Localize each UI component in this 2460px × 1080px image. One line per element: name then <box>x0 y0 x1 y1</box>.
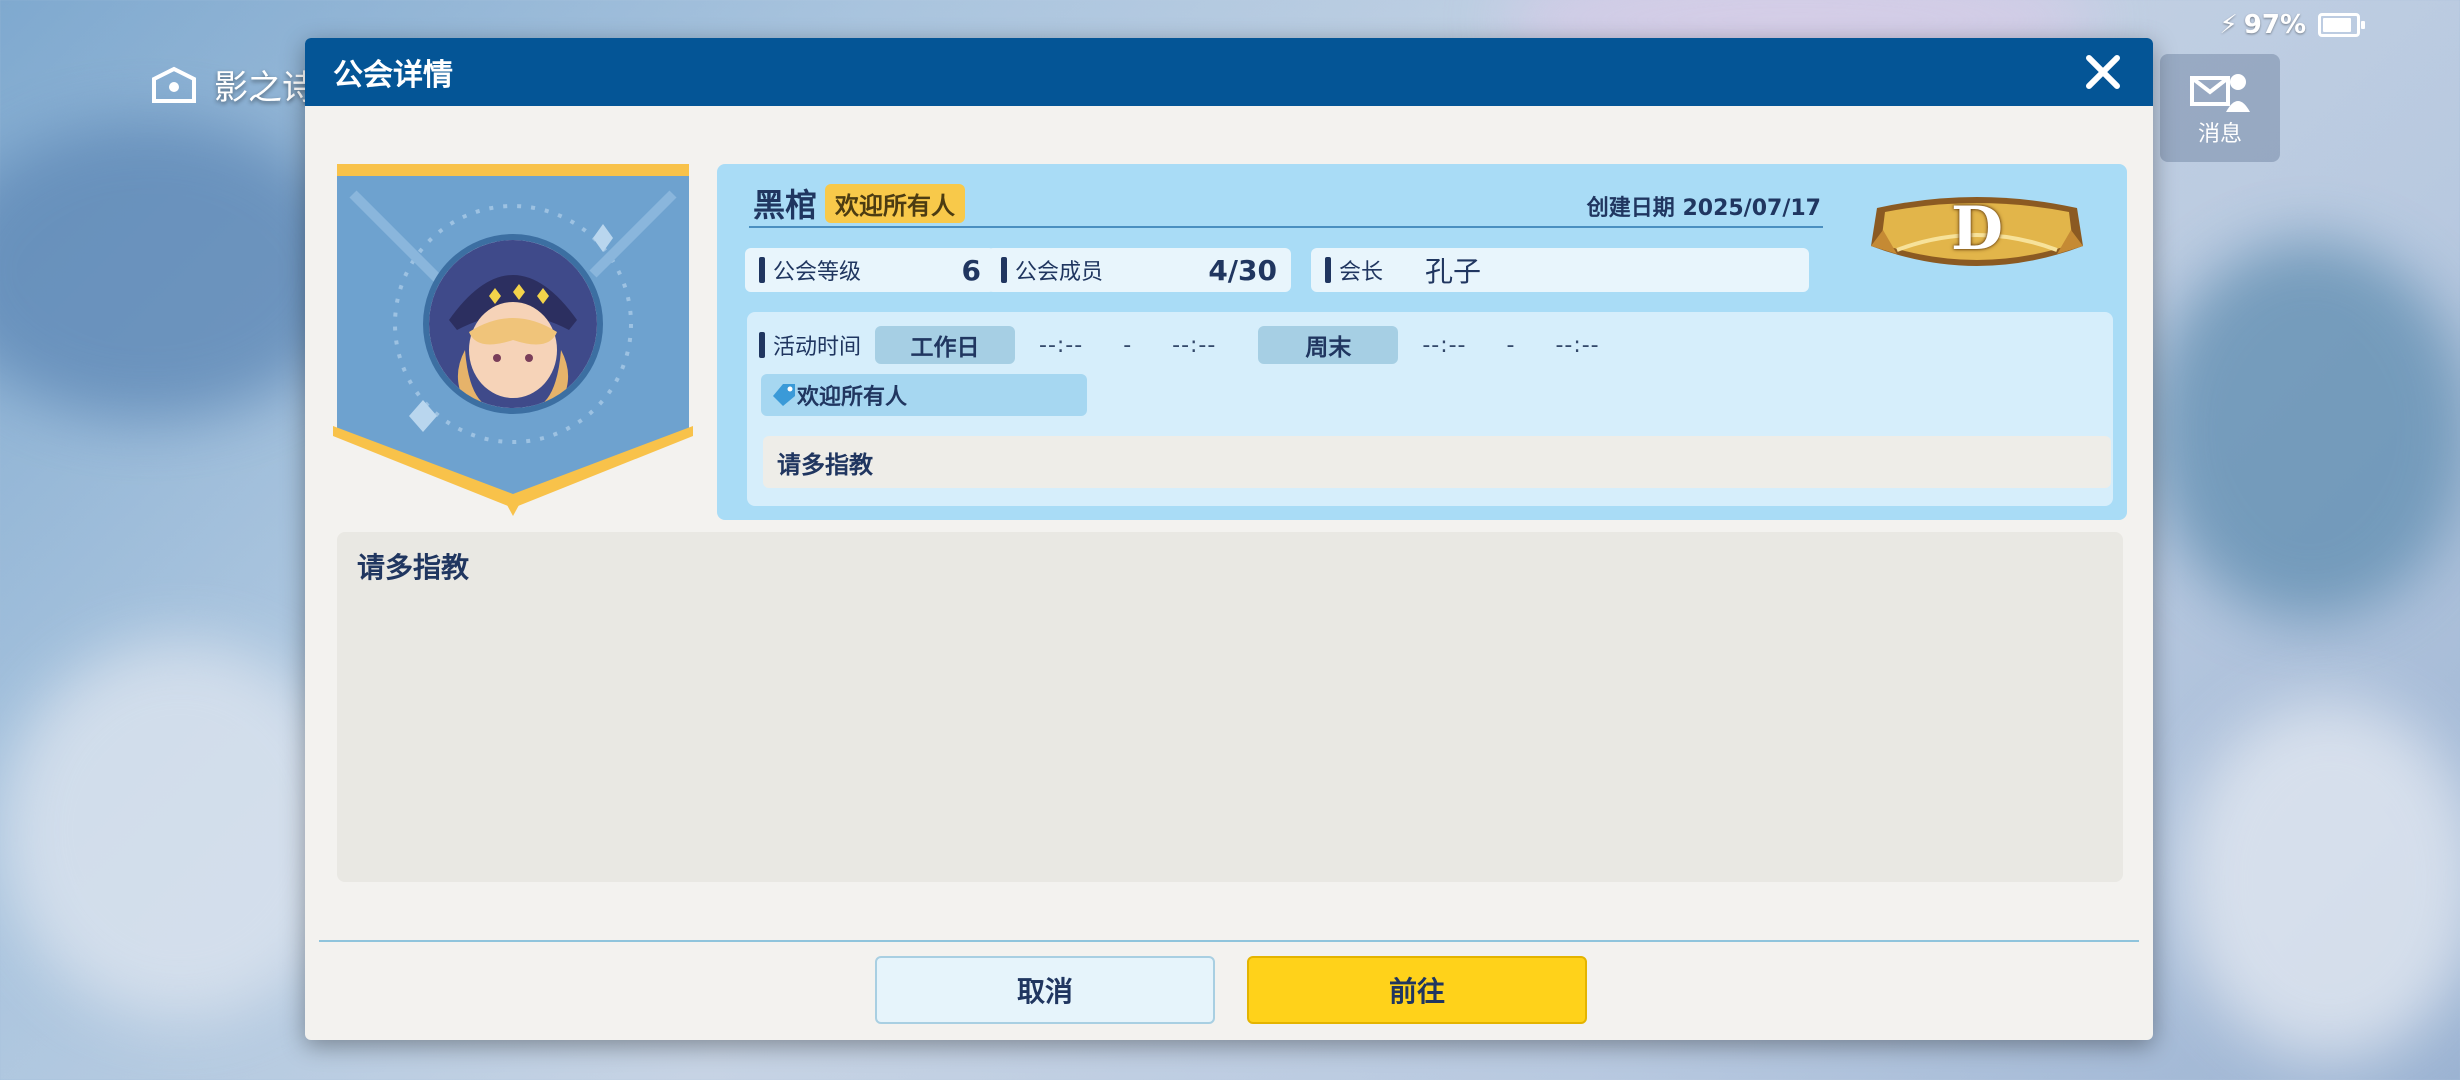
go-button-label: 前往 <box>1388 975 1445 1008</box>
guild-notice-box: 请多指教 <box>337 532 2123 882</box>
close-button[interactable] <box>2081 50 2125 94</box>
dialog-title: 公会详情 <box>333 58 453 93</box>
mail-person-icon <box>2190 74 2250 112</box>
go-button[interactable]: 前往 <box>1247 956 1587 1024</box>
weekday-sep: - <box>1123 332 1133 358</box>
bullet-bar <box>1001 257 1007 283</box>
guild-level-value: 6 <box>961 253 981 287</box>
weekday-end: --:-- <box>1172 332 1217 358</box>
battery-percent: 97% <box>2243 10 2306 40</box>
guild-members-value: 4/30 <box>1208 253 1277 287</box>
created-date: 创建日期 2025/07/17 <box>1586 196 1821 221</box>
guild-name: 黑棺 <box>753 186 818 224</box>
recruit-tag: 欢迎所有人 <box>825 184 965 223</box>
guild-home-icon <box>152 66 196 103</box>
welcome-tag-text: 欢迎所有人 <box>797 385 908 410</box>
dialog-header: 公会详情 <box>305 38 2153 106</box>
guild-leader-label: 会长 <box>1339 260 1384 285</box>
top-bar[interactable]: 影之诗 <box>148 60 316 109</box>
battery-icon <box>2318 13 2365 37</box>
guild-leader-value: 孔子 <box>1425 255 1482 288</box>
activity-row: 活动时间 工作日 --:-- - --:-- 周末 --:-- - --:-- <box>759 326 1600 364</box>
charging-icon: ⚡ <box>2219 10 2238 40</box>
guild-members: 公会成员 4/30 <box>987 248 1291 292</box>
status-bar: ⚡ 97% <box>2219 10 2365 40</box>
cancel-button[interactable]: 取消 <box>875 956 1215 1024</box>
guild-rank-badge: D <box>1867 190 2087 280</box>
slogan-box: 请多指教 <box>763 436 2111 488</box>
cancel-button-label: 取消 <box>1016 975 1073 1008</box>
guild-level-label: 公会等级 <box>773 260 862 285</box>
divider <box>749 226 1823 228</box>
guild-leader: 会长 孔子 <box>1311 248 1809 292</box>
tag-icon <box>773 384 795 406</box>
guild-avatar-icon <box>429 240 597 408</box>
message-button[interactable]: 消息 <box>2160 54 2280 162</box>
weekday-chip: 工作日 <box>875 326 1016 364</box>
guild-level: 公会等级 6 <box>745 248 995 292</box>
guild-info-panel: 黑棺 欢迎所有人 创建日期 2025/07/17 公会等级 6 公会成员 4/3… <box>717 164 2127 520</box>
guild-notice-text: 请多指教 <box>357 551 470 584</box>
slogan-text: 请多指教 <box>777 450 873 479</box>
message-label: 消息 <box>2197 122 2242 147</box>
weekday-start: --:-- <box>1039 332 1084 358</box>
weekend-start: --:-- <box>1422 332 1467 358</box>
guild-rank-value: D <box>1950 194 2004 264</box>
welcome-tag: 欢迎所有人 <box>761 374 1087 416</box>
top-bar-title: 影之诗 <box>214 68 316 108</box>
bullet-bar <box>759 257 765 283</box>
guild-members-label: 公会成员 <box>1015 260 1104 285</box>
weekend-chip: 周末 <box>1258 326 1399 364</box>
footer-divider <box>319 940 2139 942</box>
activity-box: 活动时间 工作日 --:-- - --:-- 周末 --:-- - --:-- … <box>747 312 2113 506</box>
close-icon <box>2086 55 2120 89</box>
activity-label: 活动时间 <box>773 335 862 360</box>
weekend-end: --:-- <box>1555 332 1600 358</box>
weekend-sep: - <box>1506 332 1516 358</box>
guild-detail-dialog: 公会详情 黑棺 欢迎所有人 创建日期 2025/07/17 公会等级 6 公会成… <box>305 38 2153 1040</box>
guild-emblem <box>423 234 603 414</box>
bullet-bar <box>1325 257 1331 283</box>
guild-banner <box>333 164 693 520</box>
bullet-bar <box>759 332 765 358</box>
